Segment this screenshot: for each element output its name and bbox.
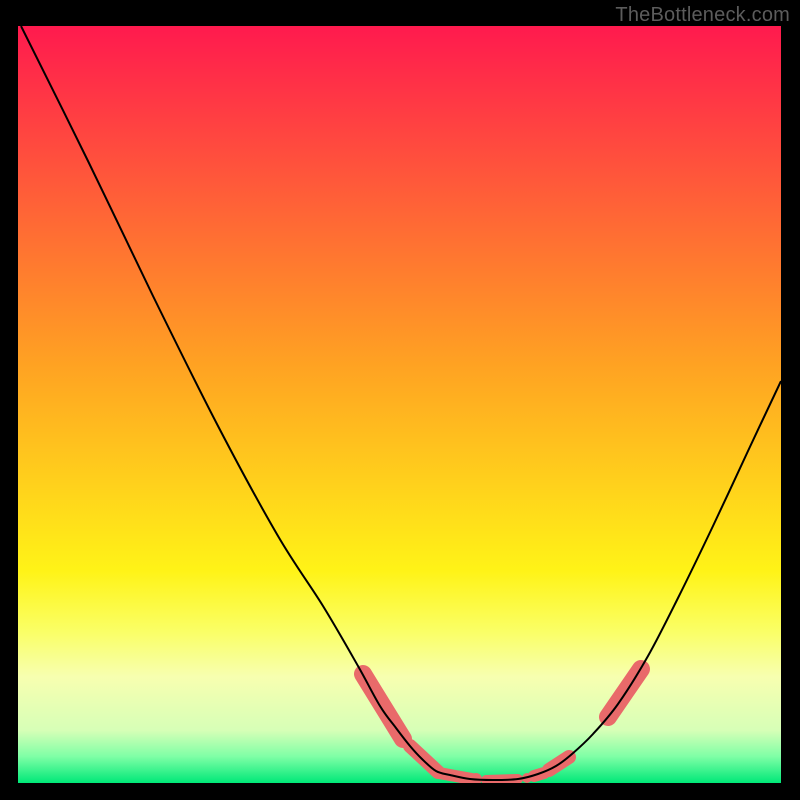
watermark-text: TheBottleneck.com [615,4,790,27]
chart-background [18,26,781,783]
bottleneck-chart [18,26,781,783]
chart-frame [18,26,781,783]
